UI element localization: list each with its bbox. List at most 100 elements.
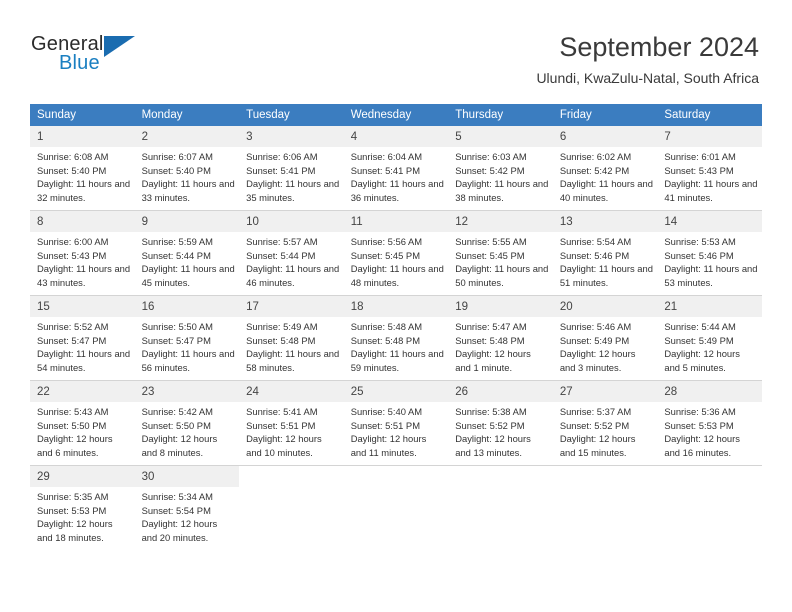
day-number: 1 [30, 126, 135, 147]
sunset-text: Sunset: 5:46 PM [559, 249, 630, 261]
brand-logo[interactable]: General Blue [31, 33, 251, 85]
sunset-text: Sunset: 5:51 PM [350, 419, 420, 431]
calendar-empty-cell [239, 465, 344, 550]
sunrise-text: Sunrise: 6:01 AM [664, 151, 736, 162]
sunset-text: Sunset: 5:41 PM [246, 164, 316, 176]
day-details: Sunrise: 6:01 AM Sunset: 5:43 PM Daylight:… [657, 147, 762, 204]
calendar-day-cell[interactable]: 12 Sunrise: 5:55 AM Sunset: 5:45 PM Dayligh… [448, 210, 553, 296]
calendar-day-cell[interactable]: 29 Sunrise: 5:35 AM Sunset: 5:53 PM Dayligh… [30, 465, 135, 550]
sunrise-text: Sunrise: 5:56 AM [350, 236, 423, 247]
calendar-empty-cell [343, 465, 449, 550]
day-number: 21 [657, 296, 762, 317]
sunrise-text: Sunrise: 6:02 AM [559, 151, 632, 162]
calendar-day-cell[interactable]: 13 Sunrise: 5:54 AM Sunset: 5:46 PM Dayligh… [552, 210, 658, 296]
sunset-text: Sunset: 5:53 PM [37, 504, 107, 516]
calendar-day-cell[interactable]: 15 Sunrise: 5:52 AM Sunset: 5:47 PM Dayligh… [30, 295, 135, 381]
calendar-table: Sunday Monday Tuesday Wednesday Thursday… [30, 104, 762, 550]
calendar-cell-inner [657, 466, 762, 550]
sunrise-text: Sunrise: 6:03 AM [455, 151, 527, 162]
calendar-day-cell[interactable]: 2 Sunrise: 6:07 AM Sunset: 5:40 PM Daylight… [134, 126, 240, 211]
calendar-page: General Blue September 2024 Ulundi, KwaZ… [0, 0, 792, 612]
calendar-day-cell[interactable]: 11 Sunrise: 5:56 AM Sunset: 5:45 PM Dayligh… [343, 210, 449, 296]
calendar-day-cell[interactable]: 8 Sunrise: 6:00 AM Sunset: 5:43 PM Daylight… [30, 210, 135, 296]
calendar-day-cell[interactable]: 18 Sunrise: 5:48 AM Sunset: 5:48 PM Dayligh… [343, 295, 449, 381]
calendar-cell-inner: 14 Sunrise: 5:53 AM Sunset: 5:46 PM Dayligh… [657, 211, 762, 295]
calendar-day-cell[interactable]: 23 Sunrise: 5:42 AM Sunset: 5:50 PM Dayligh… [134, 380, 240, 466]
calendar-day-cell[interactable]: 21 Sunrise: 5:44 AM Sunset: 5:49 PM Dayligh… [657, 295, 762, 381]
sunrise-text: Sunrise: 5:53 AM [664, 236, 736, 247]
day-number: 27 [552, 381, 658, 402]
sunrise-text: Sunrise: 5:47 AM [455, 321, 527, 332]
calendar-day-cell[interactable]: 7 Sunrise: 6:01 AM Sunset: 5:43 PM Daylight… [657, 126, 762, 211]
day-details: Sunrise: 5:50 AM Sunset: 5:47 PM Daylight:… [135, 317, 240, 374]
calendar-day-cell[interactable]: 24 Sunrise: 5:41 AM Sunset: 5:51 PM Dayligh… [239, 380, 344, 466]
day-number: 19 [448, 296, 553, 317]
sunrise-text: Sunrise: 5:35 AM [37, 491, 109, 502]
day-number: 8 [30, 211, 135, 232]
calendar-empty-cell [448, 465, 553, 550]
day-details: Sunrise: 5:54 AM Sunset: 5:46 PM Daylight:… [553, 232, 658, 289]
calendar-day-cell[interactable]: 6 Sunrise: 6:02 AM Sunset: 5:42 PM Daylight… [552, 126, 658, 211]
calendar-cell-inner: 12 Sunrise: 5:55 AM Sunset: 5:45 PM Dayligh… [448, 211, 553, 295]
day-details: Sunrise: 5:34 AM Sunset: 5:54 PM Daylight:… [135, 487, 240, 544]
calendar-day-cell[interactable]: 14 Sunrise: 5:53 AM Sunset: 5:46 PM Dayligh… [657, 210, 762, 296]
calendar-day-cell[interactable]: 9 Sunrise: 5:59 AM Sunset: 5:44 PM Daylight… [134, 210, 240, 296]
day-number: 3 [239, 126, 344, 147]
day-details: Sunrise: 6:04 AM Sunset: 5:41 PM Daylight:… [344, 147, 449, 204]
day-number: 22 [30, 381, 135, 402]
calendar-day-cell[interactable]: 26 Sunrise: 5:38 AM Sunset: 5:52 PM Dayligh… [448, 380, 553, 466]
calendar-day-cell[interactable]: 22 Sunrise: 5:43 AM Sunset: 5:50 PM Dayligh… [30, 380, 135, 466]
calendar-cell-inner: 10 Sunrise: 5:57 AM Sunset: 5:44 PM Dayligh… [239, 211, 344, 295]
calendar-cell-inner: 29 Sunrise: 5:35 AM Sunset: 5:53 PM Dayligh… [30, 466, 135, 550]
sunrise-text: Sunrise: 5:49 AM [246, 321, 318, 332]
day-number: 26 [448, 381, 553, 402]
daylight-text: Daylight: 11 hours and 48 minutes. [350, 263, 444, 288]
daylight-text: Daylight: 11 hours and 41 minutes. [664, 178, 758, 203]
day-details: Sunrise: 5:42 AM Sunset: 5:50 PM Daylight:… [135, 402, 240, 459]
sunrise-text: Sunrise: 5:38 AM [455, 406, 527, 417]
sunset-text: Sunset: 5:49 PM [559, 334, 630, 346]
daylight-text: Daylight: 11 hours and 56 minutes. [141, 348, 235, 373]
calendar-day-cell[interactable]: 4 Sunrise: 6:04 AM Sunset: 5:41 PM Daylight… [343, 126, 449, 211]
calendar-day-cell[interactable]: 10 Sunrise: 5:57 AM Sunset: 5:44 PM Dayligh… [239, 210, 344, 296]
page-header: General Blue September 2024 Ulundi, KwaZ… [0, 0, 792, 100]
day-number: 30 [134, 466, 240, 487]
day-number [553, 466, 658, 487]
daylight-text: Daylight: 12 hours and 20 minutes. [141, 518, 218, 543]
calendar-week-row: 22 Sunrise: 5:43 AM Sunset: 5:50 PM Dayligh… [30, 380, 762, 466]
calendar-cell-inner: 19 Sunrise: 5:47 AM Sunset: 5:48 PM Dayligh… [448, 296, 553, 380]
sunrise-text: Sunrise: 5:40 AM [350, 406, 423, 417]
calendar-day-cell[interactable]: 28 Sunrise: 5:36 AM Sunset: 5:53 PM Dayligh… [657, 380, 762, 466]
day-details: Sunrise: 6:03 AM Sunset: 5:42 PM Daylight:… [448, 147, 553, 204]
calendar-day-cell[interactable]: 3 Sunrise: 6:06 AM Sunset: 5:41 PM Daylight… [239, 126, 344, 211]
calendar-week-row: 8 Sunrise: 6:00 AM Sunset: 5:43 PM Daylight… [30, 210, 762, 296]
day-number: 14 [657, 211, 762, 232]
calendar-day-cell[interactable]: 27 Sunrise: 5:37 AM Sunset: 5:52 PM Dayligh… [552, 380, 658, 466]
calendar-day-cell[interactable]: 16 Sunrise: 5:50 AM Sunset: 5:47 PM Dayligh… [134, 295, 240, 381]
weekday-header-sunday: Sunday [30, 104, 135, 126]
calendar-day-cell[interactable]: 5 Sunrise: 6:03 AM Sunset: 5:42 PM Daylight… [448, 126, 553, 211]
calendar-day-cell[interactable]: 17 Sunrise: 5:49 AM Sunset: 5:48 PM Dayligh… [239, 295, 344, 381]
sunset-text: Sunset: 5:54 PM [141, 504, 211, 516]
sunset-text: Sunset: 5:52 PM [455, 419, 525, 431]
calendar-cell-inner: 30 Sunrise: 5:34 AM Sunset: 5:54 PM Dayligh… [134, 466, 240, 550]
calendar-day-cell[interactable]: 20 Sunrise: 5:46 AM Sunset: 5:49 PM Dayligh… [552, 295, 658, 381]
calendar-day-cell[interactable]: 25 Sunrise: 5:40 AM Sunset: 5:51 PM Dayligh… [343, 380, 449, 466]
daylight-text: Daylight: 12 hours and 18 minutes. [37, 518, 113, 543]
calendar-cell-inner [239, 466, 344, 550]
calendar-day-cell[interactable]: 30 Sunrise: 5:34 AM Sunset: 5:54 PM Dayligh… [134, 465, 240, 550]
day-details: Sunrise: 5:49 AM Sunset: 5:48 PM Daylight:… [239, 317, 344, 374]
calendar-day-cell[interactable]: 19 Sunrise: 5:47 AM Sunset: 5:48 PM Dayligh… [448, 295, 553, 381]
calendar-day-cell[interactable]: 1 Sunrise: 6:08 AM Sunset: 5:40 PM Daylight… [30, 126, 135, 211]
daylight-text: Daylight: 12 hours and 3 minutes. [559, 348, 636, 373]
day-details: Sunrise: 6:02 AM Sunset: 5:42 PM Daylight:… [553, 147, 658, 204]
sunset-text: Sunset: 5:45 PM [455, 249, 525, 261]
sunrise-text: Sunrise: 6:06 AM [246, 151, 318, 162]
day-number: 7 [657, 126, 762, 147]
calendar-week-row: 29 Sunrise: 5:35 AM Sunset: 5:53 PM Dayligh… [30, 465, 762, 550]
calendar-cell-inner [343, 466, 449, 550]
day-details: Sunrise: 5:37 AM Sunset: 5:52 PM Daylight:… [553, 402, 658, 459]
weekday-header-monday: Monday [134, 104, 240, 126]
day-number: 28 [657, 381, 762, 402]
sunrise-text: Sunrise: 6:00 AM [37, 236, 109, 247]
